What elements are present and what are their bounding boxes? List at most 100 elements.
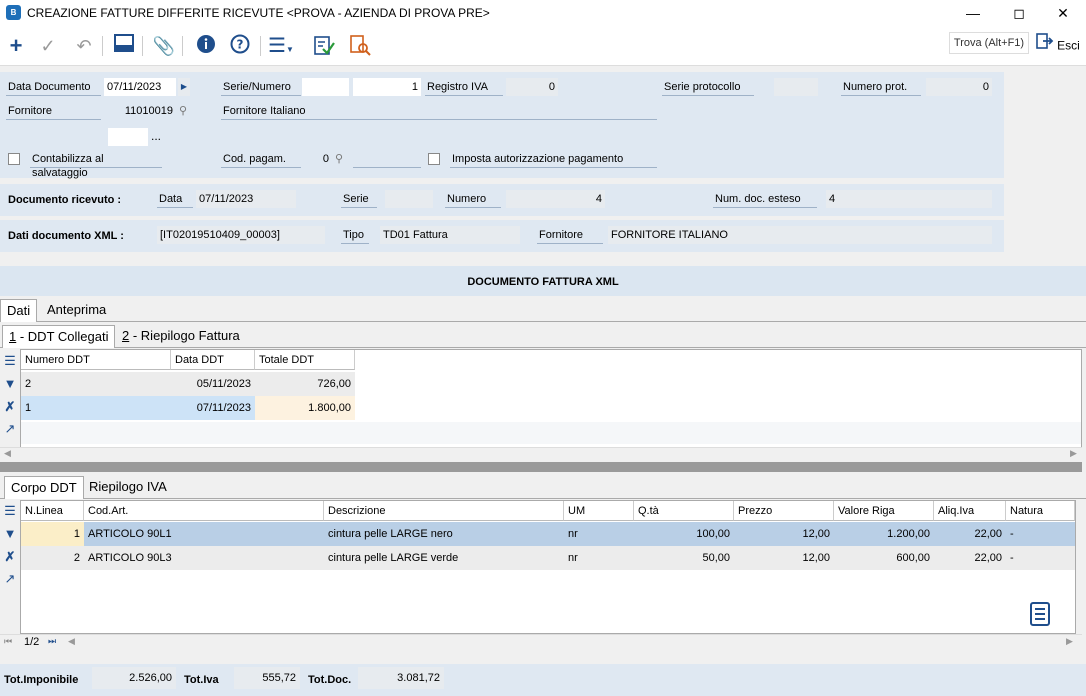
check-icon[interactable]: ✓ [36, 34, 60, 58]
list-icon[interactable]: ☰ [2, 352, 18, 370]
ellipsis-button[interactable]: ... [151, 129, 161, 143]
tab-riepilogo-iva[interactable]: Riepilogo IVA [83, 476, 173, 498]
numero-field[interactable]: 1 [353, 78, 421, 96]
help-icon[interactable]: ? [228, 34, 252, 58]
column-header[interactable]: UM [564, 501, 634, 521]
cod-pagam-field[interactable]: 0 [302, 150, 332, 168]
table-cell: 07/11/2023 [196, 402, 251, 414]
tab-dati[interactable]: Dati [0, 299, 38, 322]
document-search-icon[interactable] [348, 34, 372, 58]
exit-button[interactable]: Esci [1036, 32, 1084, 56]
tot-doc-label: Tot.Doc. [308, 674, 352, 686]
column-header[interactable]: Q.tà [634, 501, 734, 521]
table-cell: cintura pelle LARGE nero [328, 528, 453, 540]
tot-imponibile-value: 2.526,00 [92, 667, 176, 689]
horizontal-scrollbar[interactable]: ◀ ▶ [0, 447, 1082, 461]
xml-fornitore-field[interactable]: FORNITORE ITALIANO [608, 226, 992, 244]
column-header[interactable]: Aliq.Iva [934, 501, 1006, 521]
undo-icon[interactable]: ↶ [72, 34, 96, 58]
splitter[interactable] [0, 462, 1082, 472]
imposta-checkbox[interactable] [428, 153, 440, 165]
table-cell: 12,00 [802, 528, 830, 540]
search-icon[interactable]: ⚲ [179, 104, 187, 117]
table-cell: cintura pelle LARGE verde [328, 552, 459, 564]
dati-xml-label: Dati documento XML : [8, 230, 124, 242]
column-header[interactable]: Numero DDT [21, 350, 171, 370]
table-cell: 1.200,00 [887, 528, 930, 540]
tab-corpo-ddt[interactable]: Corpo DDT [4, 476, 84, 499]
scroll-right-icon[interactable]: ▶ [1070, 448, 1077, 459]
info-icon[interactable] [194, 34, 218, 58]
tab-divider [0, 347, 1086, 348]
serie-field[interactable] [302, 78, 349, 96]
filter-icon[interactable]: ▼ [2, 375, 18, 393]
find-button[interactable]: Trova (Alt+F1) [949, 32, 1029, 54]
table-cell: nr [568, 552, 578, 564]
clear-filter-icon[interactable]: ✗ [2, 398, 18, 416]
column-header[interactable]: Natura [1006, 501, 1075, 521]
tab-riepilogo-fattura[interactable]: 2 - Riepilogo Fattura [116, 325, 246, 347]
scroll-left-icon[interactable]: ◀ [4, 448, 11, 459]
attachment-icon[interactable]: 📎 [152, 34, 176, 58]
tot-imponibile-label: Tot.Imponibile [4, 674, 79, 686]
filter-icon[interactable]: ▼ [2, 525, 18, 543]
document-list-icon[interactable] [1029, 601, 1053, 627]
registro-iva-field[interactable]: 0 [506, 78, 558, 96]
page-indicator: 1/2 [24, 636, 40, 648]
column-header[interactable]: Cod.Art. [84, 501, 324, 521]
column-header[interactable]: Totale DDT [255, 350, 355, 370]
doc-serie-field[interactable] [385, 190, 433, 208]
maximize-button[interactable]: ◻ [996, 0, 1042, 26]
pager-bar: ⏮ 1/2 ⏭ ◀ ▶ [0, 634, 1082, 650]
add-icon[interactable]: + [4, 34, 28, 58]
last-page-icon[interactable]: ⏭ [48, 636, 56, 647]
ddt-grid: Numero DDT Data DDT Totale DDT 2 05/11/2… [20, 349, 1082, 461]
minimize-button[interactable]: — [950, 0, 996, 26]
doc-numero-field[interactable]: 4 [506, 190, 605, 208]
title-bar: B CREAZIONE FATTURE DIFFERITE RICEVUTE <… [0, 0, 1086, 26]
tot-iva-label: Tot.Iva [184, 674, 219, 686]
extra-field[interactable] [108, 128, 148, 146]
table-cell: 12,00 [802, 552, 830, 564]
serie-protocollo-field[interactable] [774, 78, 818, 96]
column-header[interactable]: Data DDT [171, 350, 255, 370]
date-next-arrow-icon[interactable]: ▶ [178, 78, 190, 96]
close-button[interactable]: ✕ [1040, 0, 1086, 26]
numero-prot-field[interactable]: 0 [926, 78, 992, 96]
tab-anteprima[interactable]: Anteprima [41, 299, 112, 321]
documento-ricevuto-label: Documento ricevuto : [8, 194, 122, 206]
num-esteso-field[interactable]: 4 [826, 190, 992, 208]
doc-data-field[interactable]: 07/11/2023 [196, 190, 296, 208]
chart-icon[interactable]: ↗ [2, 570, 18, 588]
data-documento-field[interactable]: 07/11/2023 [104, 78, 176, 96]
column-header[interactable]: Valore Riga [834, 501, 934, 521]
toolbar-separator [182, 36, 183, 56]
data-documento-label: Data Documento [6, 80, 101, 96]
column-header[interactable]: Prezzo [734, 501, 834, 521]
cod-pagam-label: Cod. pagam. [221, 152, 301, 168]
clear-filter-icon[interactable]: ✗ [2, 548, 18, 566]
xml-tipo-field[interactable]: TD01 Fattura [380, 226, 520, 244]
column-header[interactable]: Descrizione [324, 501, 564, 521]
fornitore-code-field[interactable]: 11010019 [108, 102, 176, 120]
tab-ddt-collegati[interactable]: 1 - DDT Collegati [2, 325, 116, 348]
xml-id-field[interactable]: [IT02019510409_00003] [157, 226, 325, 244]
checklist-icon[interactable] [312, 34, 336, 58]
window-title: CREAZIONE FATTURE DIFFERITE RICEVUTE <PR… [27, 6, 490, 20]
chart-icon[interactable]: ↗ [2, 420, 18, 438]
search-icon[interactable]: ⚲ [335, 152, 343, 165]
table-cell: nr [568, 528, 578, 540]
toolbar-separator [102, 36, 103, 56]
table-cell: 50,00 [702, 552, 730, 564]
scroll-right-icon[interactable]: ▶ [1066, 636, 1073, 647]
contabilizza-checkbox[interactable] [8, 153, 20, 165]
table-cell: - [1010, 528, 1014, 540]
first-page-icon[interactable]: ⏮ [4, 636, 12, 647]
fornitore-name-field: Fornitore Italiano [221, 104, 657, 120]
table-cell: ARTICOLO 90L3 [88, 552, 172, 564]
column-header[interactable]: N.Linea [21, 501, 84, 521]
scroll-left-icon[interactable]: ◀ [68, 636, 75, 647]
menu-icon[interactable]: ☰▼ [268, 34, 294, 58]
save-icon[interactable] [112, 34, 136, 58]
list-icon[interactable]: ☰ [2, 502, 18, 520]
